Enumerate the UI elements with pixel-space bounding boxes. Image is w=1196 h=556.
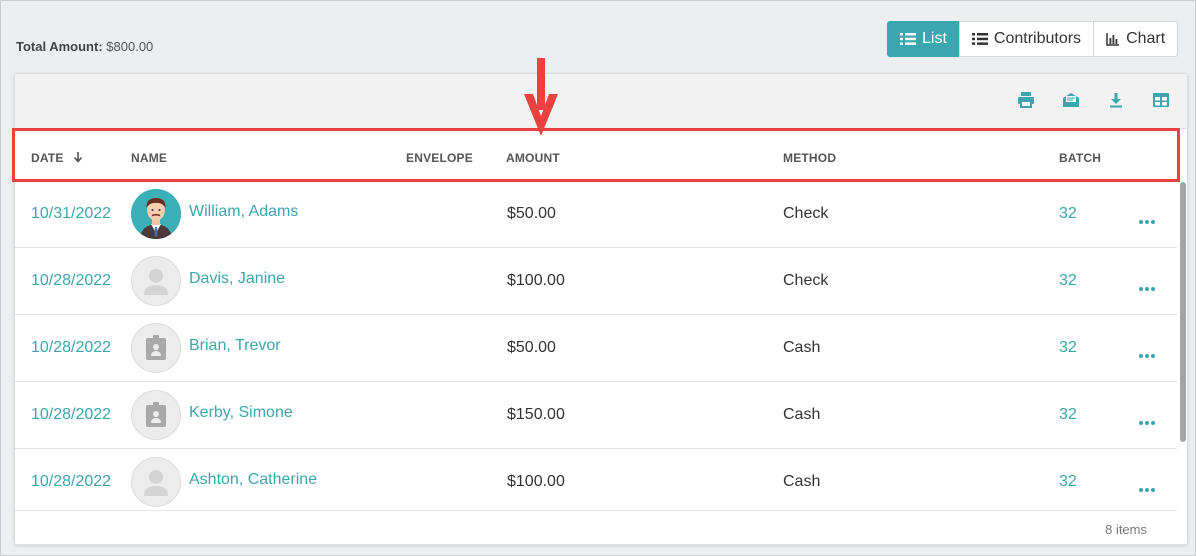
row-batch[interactable]: 32 [1059, 406, 1077, 424]
view-toggle: List Contributors Chart [887, 21, 1179, 57]
row-date[interactable]: 10/28/2022 [31, 473, 111, 491]
person-placeholder-avatar [131, 256, 181, 306]
id-badge-icon [146, 335, 166, 360]
person-placeholder-icon [144, 470, 168, 496]
table-footer: 8 items [15, 510, 1177, 544]
row-batch[interactable]: 32 [1059, 205, 1077, 223]
more-icon[interactable] [1139, 412, 1159, 425]
app-frame: Total Amount: $800.00 List Contributors [0, 0, 1196, 556]
column-amount[interactable]: AMOUNT [506, 151, 560, 165]
list-icon [900, 33, 916, 45]
column-method[interactable]: METHOD [783, 151, 836, 165]
row-date[interactable]: 10/31/2022 [31, 205, 111, 223]
row-name[interactable]: Davis, Janine [189, 270, 285, 288]
row-date[interactable]: 10/28/2022 [31, 272, 111, 290]
chart-view-label: Chart [1126, 30, 1166, 47]
badge-placeholder-avatar [131, 390, 181, 440]
column-batch[interactable]: BATCH [1059, 151, 1101, 165]
list-icon [971, 33, 988, 45]
person-placeholder-avatar [131, 457, 181, 507]
row-name[interactable]: Kerby, Simone [189, 404, 293, 422]
table-row[interactable]: 10/28/2022 Brian, Trevor $50.00 Cash 32 [15, 315, 1177, 382]
row-amount: $100.00 [507, 473, 565, 490]
row-method: Cash [783, 406, 821, 423]
row-batch[interactable]: 32 [1059, 272, 1077, 290]
row-batch[interactable]: 32 [1059, 473, 1077, 491]
row-name[interactable]: William, Adams [189, 203, 298, 221]
row-method: Check [783, 205, 829, 222]
column-date-label: DATE [31, 151, 64, 165]
download-icon[interactable] [1106, 90, 1126, 110]
total-amount: Total Amount: $800.00 [16, 39, 153, 54]
row-amount: $50.00 [507, 205, 556, 222]
total-amount-value: $800.00 [106, 39, 154, 54]
print-icon[interactable] [1016, 90, 1036, 110]
email-icon[interactable] [1061, 90, 1081, 110]
grid-toolbar [15, 74, 1187, 129]
row-method: Cash [783, 473, 821, 490]
row-name[interactable]: Brian, Trevor [189, 337, 281, 355]
row-amount: $150.00 [507, 406, 565, 423]
badge-placeholder-avatar [131, 323, 181, 373]
chart-view-button[interactable]: Chart [1093, 21, 1179, 57]
row-date[interactable]: 10/28/2022 [31, 339, 111, 357]
row-date[interactable]: 10/28/2022 [31, 406, 111, 424]
annotation-arrow-icon [524, 58, 558, 136]
column-name[interactable]: NAME [131, 151, 167, 165]
id-badge-icon [146, 402, 166, 427]
contributions-card: DATE NAME ENVELOPE AMOUNT METHOD BATCH 1… [14, 73, 1188, 545]
column-date[interactable]: DATE [31, 151, 83, 165]
row-batch[interactable]: 32 [1059, 339, 1077, 357]
item-count: 8 items [1105, 522, 1147, 537]
contributors-view-label: Contributors [993, 30, 1082, 47]
table-header: DATE NAME ENVELOPE AMOUNT METHOD BATCH [15, 129, 1187, 181]
table-row[interactable]: 10/28/2022 Davis, Janine $100.00 Check 3… [15, 248, 1177, 315]
row-amount: $50.00 [507, 339, 556, 356]
row-name[interactable]: Ashton, Catherine [189, 471, 317, 489]
table-row[interactable]: 10/31/2022 William, Adams $50.00 Check 3… [15, 181, 1177, 248]
vertical-scrollbar[interactable] [1180, 182, 1186, 442]
more-icon[interactable] [1139, 278, 1159, 291]
row-amount: $100.00 [507, 272, 565, 289]
bar-chart-icon [1106, 33, 1120, 46]
column-envelope[interactable]: ENVELOPE [406, 151, 473, 165]
more-icon[interactable] [1139, 211, 1159, 224]
more-icon[interactable] [1139, 345, 1159, 358]
total-amount-label: Total Amount: [16, 39, 103, 54]
row-method: Check [783, 272, 829, 289]
person-placeholder-icon [144, 269, 168, 295]
arrow-down-icon [74, 152, 83, 163]
table-icon[interactable] [1151, 90, 1171, 110]
row-method: Cash [783, 339, 821, 356]
person-photo-icon [131, 189, 181, 239]
table-row[interactable]: 10/28/2022 Ashton, Catherine $100.00 Cas… [15, 449, 1177, 516]
more-icon[interactable] [1139, 479, 1159, 492]
list-view-button[interactable]: List [887, 21, 960, 57]
contributors-view-button[interactable]: Contributors [958, 21, 1095, 57]
table-row[interactable]: 10/28/2022 Kerby, Simone $150.00 Cash 32 [15, 382, 1177, 449]
list-view-label: List [922, 30, 947, 47]
person-photo-avatar [131, 189, 181, 239]
